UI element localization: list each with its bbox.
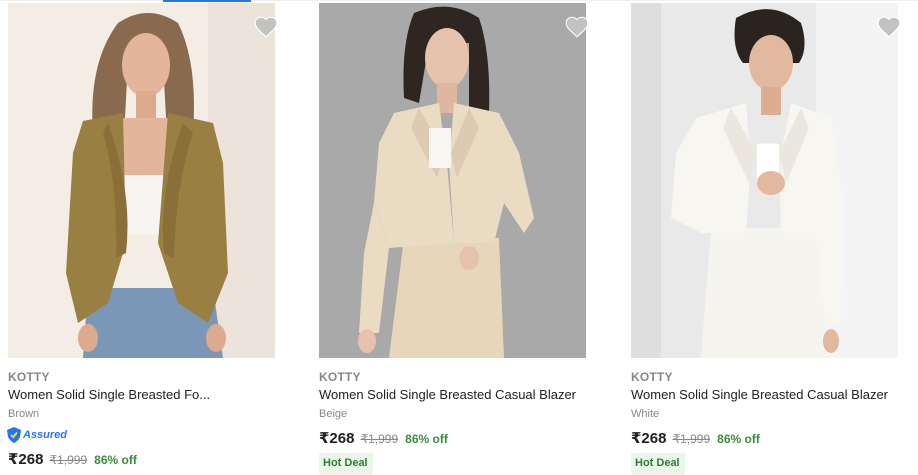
price-row: ₹268 ₹1,999 86% off — [319, 429, 448, 447]
price-row: ₹268 ₹1,999 86% off — [8, 450, 137, 468]
product-image[interactable] — [319, 3, 586, 358]
product-price: ₹268 — [631, 430, 667, 447]
product-card[interactable]: KOTTY Women Solid Single Breasted Casual… — [623, 0, 913, 475]
product-image[interactable] — [631, 3, 898, 358]
product-color: Beige — [319, 408, 348, 420]
product-card[interactable]: KOTTY Women Solid Single Breasted Casual… — [311, 0, 601, 475]
heart-icon[interactable] — [876, 14, 902, 40]
heart-icon[interactable] — [253, 14, 279, 40]
product-brand: KOTTY — [319, 370, 361, 384]
product-card[interactable]: KOTTY Women Solid Single Breasted Fo... … — [0, 0, 290, 470]
product-color: Brown — [8, 408, 40, 420]
product-brand: KOTTY — [8, 370, 50, 384]
product-image[interactable] — [8, 3, 275, 358]
product-price: ₹268 — [319, 430, 355, 447]
assured-badge: Assured — [7, 426, 67, 444]
hot-deal-badge: Hot Deal — [319, 453, 373, 475]
product-title[interactable]: Women Solid Single Breasted Casual Blaze… — [319, 387, 576, 402]
product-discount: 86% off — [717, 432, 760, 446]
product-mrp: ₹1,999 — [360, 432, 399, 446]
product-title[interactable]: Women Solid Single Breasted Casual Blaze… — [631, 387, 888, 402]
shield-icon — [7, 427, 21, 443]
product-discount: 86% off — [94, 453, 137, 467]
product-price: ₹268 — [8, 451, 44, 468]
product-brand: KOTTY — [631, 370, 673, 384]
product-mrp: ₹1,999 — [49, 453, 88, 467]
product-mrp: ₹1,999 — [672, 432, 711, 446]
product-title[interactable]: Women Solid Single Breasted Fo... — [8, 387, 210, 402]
price-row: ₹268 ₹1,999 86% off — [631, 429, 760, 447]
heart-icon[interactable] — [564, 14, 590, 40]
product-color: White — [631, 408, 660, 420]
hot-deal-badge: Hot Deal — [631, 453, 685, 475]
assured-label: Assured — [23, 429, 68, 441]
product-discount: 86% off — [405, 432, 448, 446]
